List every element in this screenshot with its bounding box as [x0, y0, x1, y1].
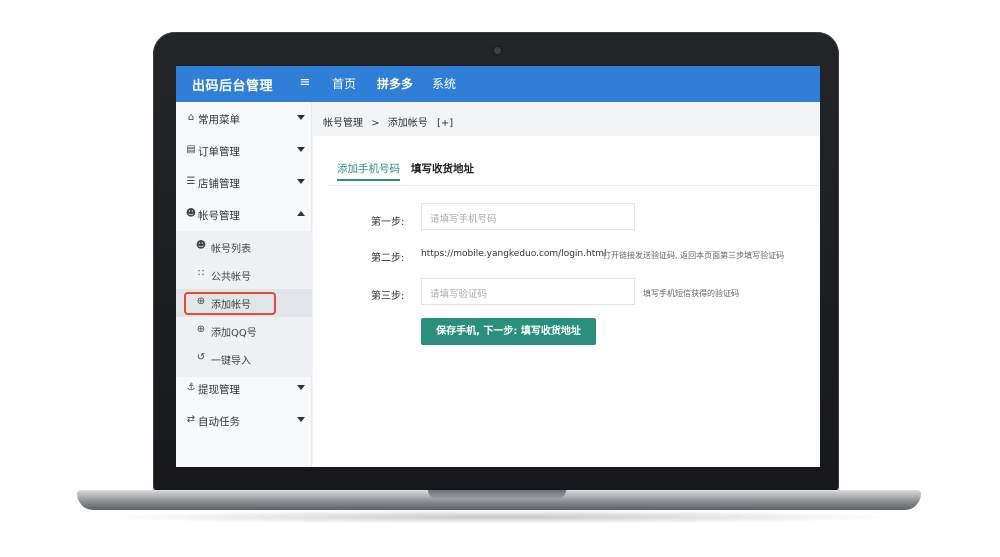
sidebar-item-label: 自动任务 — [198, 416, 240, 428]
order-icon: ▤ — [186, 144, 196, 155]
sidebar-item-label: 常用菜单 — [198, 114, 240, 126]
group-icon: ∷ — [197, 268, 205, 279]
sub-item-label: 添加帐号 — [211, 300, 251, 311]
chevron-down-icon — [297, 385, 305, 390]
sub-item-label: 添加QQ号 — [211, 328, 257, 339]
chevron-down-icon — [297, 179, 305, 184]
user-icon: ☻ — [185, 208, 197, 219]
sidebar-item-label: 店铺管理 — [198, 178, 240, 190]
laptop-shadow — [100, 510, 900, 524]
sidebar-item-label: 订单管理 — [198, 146, 240, 158]
step3-hint: 填写手机短信获得的验证码 — [643, 289, 739, 298]
laptop-notch — [428, 490, 566, 499]
submenu-accounts: ☻ 帐号列表 ∷ 公共帐号 ⊕ 添加帐号 ⊕ 添加QQ号 ↺ 一键导入 — [176, 231, 312, 377]
import-icon: ↺ — [196, 352, 206, 363]
tab-bar: 添加手机号码 填写收货地址 — [327, 136, 820, 186]
sub-item-add-account[interactable]: ⊕ 添加帐号 — [176, 289, 312, 317]
list-icon: ☰ — [186, 176, 196, 187]
sub-item-account-list[interactable]: ☻ 帐号列表 — [176, 233, 312, 261]
nav-home[interactable]: 首页 — [332, 75, 356, 92]
sub-item-label: 公共帐号 — [211, 272, 251, 283]
step2-label: 第二步: — [371, 253, 405, 264]
user-icon: ☻ — [195, 240, 207, 251]
top-bar: 出码后台管理 ≡ 首页 拼多多 系统 — [176, 66, 820, 102]
camera-icon — [494, 47, 501, 54]
tab-add-phone[interactable]: 添加手机号码 — [337, 161, 400, 181]
sidebar-item-accounts[interactable]: ☻ 帐号管理 — [176, 200, 312, 230]
stage: 出码后台管理 ≡ 首页 拼多多 系统 ⌂ 常用菜单 ▤ 订单管理 ☰ 店铺管理 — [0, 0, 1000, 557]
step3-label: 第三步: — [371, 291, 405, 302]
nav-system[interactable]: 系统 — [432, 75, 456, 92]
nav-pinduoduo[interactable]: 拼多多 — [377, 75, 413, 92]
main-content: 帐号管理 > 添加帐号 [+] 添加手机号码 填写收货地址 第一步: 请填写手机… — [313, 102, 820, 467]
chevron-up-icon — [297, 211, 305, 216]
sidebar-item-withdraw[interactable]: ⚓ 提现管理 — [176, 374, 312, 404]
breadcrumb: 帐号管理 > 添加帐号 [+] — [323, 114, 453, 129]
breadcrumb-parent[interactable]: 帐号管理 — [323, 118, 363, 129]
chevron-down-icon — [297, 147, 305, 152]
plus-circle-icon: ⊕ — [196, 324, 206, 335]
sub-item-label: 帐号列表 — [211, 244, 251, 255]
plus-circle-icon: ⊕ — [196, 296, 206, 307]
sidebar-item-common-menu[interactable]: ⌂ 常用菜单 — [176, 104, 312, 134]
step1-label: 第一步: — [371, 217, 405, 228]
sync-icon: ⇄ — [186, 414, 196, 425]
screen: 出码后台管理 ≡ 首页 拼多多 系统 ⌂ 常用菜单 ▤ 订单管理 ☰ 店铺管理 — [176, 66, 820, 467]
menu-fold-icon[interactable]: ≡ — [297, 75, 313, 91]
sidebar-item-auto-task[interactable]: ⇄ 自动任务 — [176, 406, 312, 436]
tab-fill-address[interactable]: 填写收货地址 — [411, 161, 474, 181]
sub-item-add-qq[interactable]: ⊕ 添加QQ号 — [176, 317, 312, 345]
home-icon: ⌂ — [187, 112, 195, 123]
login-url-link[interactable]: https://mobile.yangkeduo.com/login.html — [421, 249, 607, 259]
step2-hint: 打开链接发送验证码, 返回本页面第三步填写验证码 — [603, 251, 785, 260]
sidebar-item-label: 帐号管理 — [198, 210, 240, 222]
verification-code-input[interactable]: 请填写验证码 — [421, 278, 635, 305]
breadcrumb-current: 添加帐号 — [387, 118, 428, 129]
sub-item-import[interactable]: ↺ 一键导入 — [176, 345, 312, 373]
phone-input[interactable]: 请填写手机号码 — [421, 203, 635, 230]
sub-item-label: 一键导入 — [211, 356, 251, 367]
breadcrumb-add-tab[interactable]: [+] — [437, 118, 453, 129]
anchor-icon: ⚓ — [186, 382, 196, 393]
chevron-down-icon — [297, 115, 305, 120]
brand-title: 出码后台管理 — [192, 79, 274, 94]
form-panel: 添加手机号码 填写收货地址 第一步: 请填写手机号码 第二步: https://… — [313, 136, 820, 467]
sidebar-item-shops[interactable]: ☰ 店铺管理 — [176, 168, 312, 198]
chevron-down-icon — [297, 417, 305, 422]
breadcrumb-separator: > — [371, 118, 380, 129]
sidebar-item-orders[interactable]: ▤ 订单管理 — [176, 136, 312, 166]
sub-item-public-account[interactable]: ∷ 公共帐号 — [176, 261, 312, 289]
save-phone-next-button[interactable]: 保存手机, 下一步: 填写收货地址 — [421, 318, 596, 345]
sidebar: ⌂ 常用菜单 ▤ 订单管理 ☰ 店铺管理 ☻ 帐号管理 ☻ 帐号列表 ∷ 公共帐… — [176, 102, 312, 467]
sidebar-item-label: 提现管理 — [198, 384, 240, 396]
